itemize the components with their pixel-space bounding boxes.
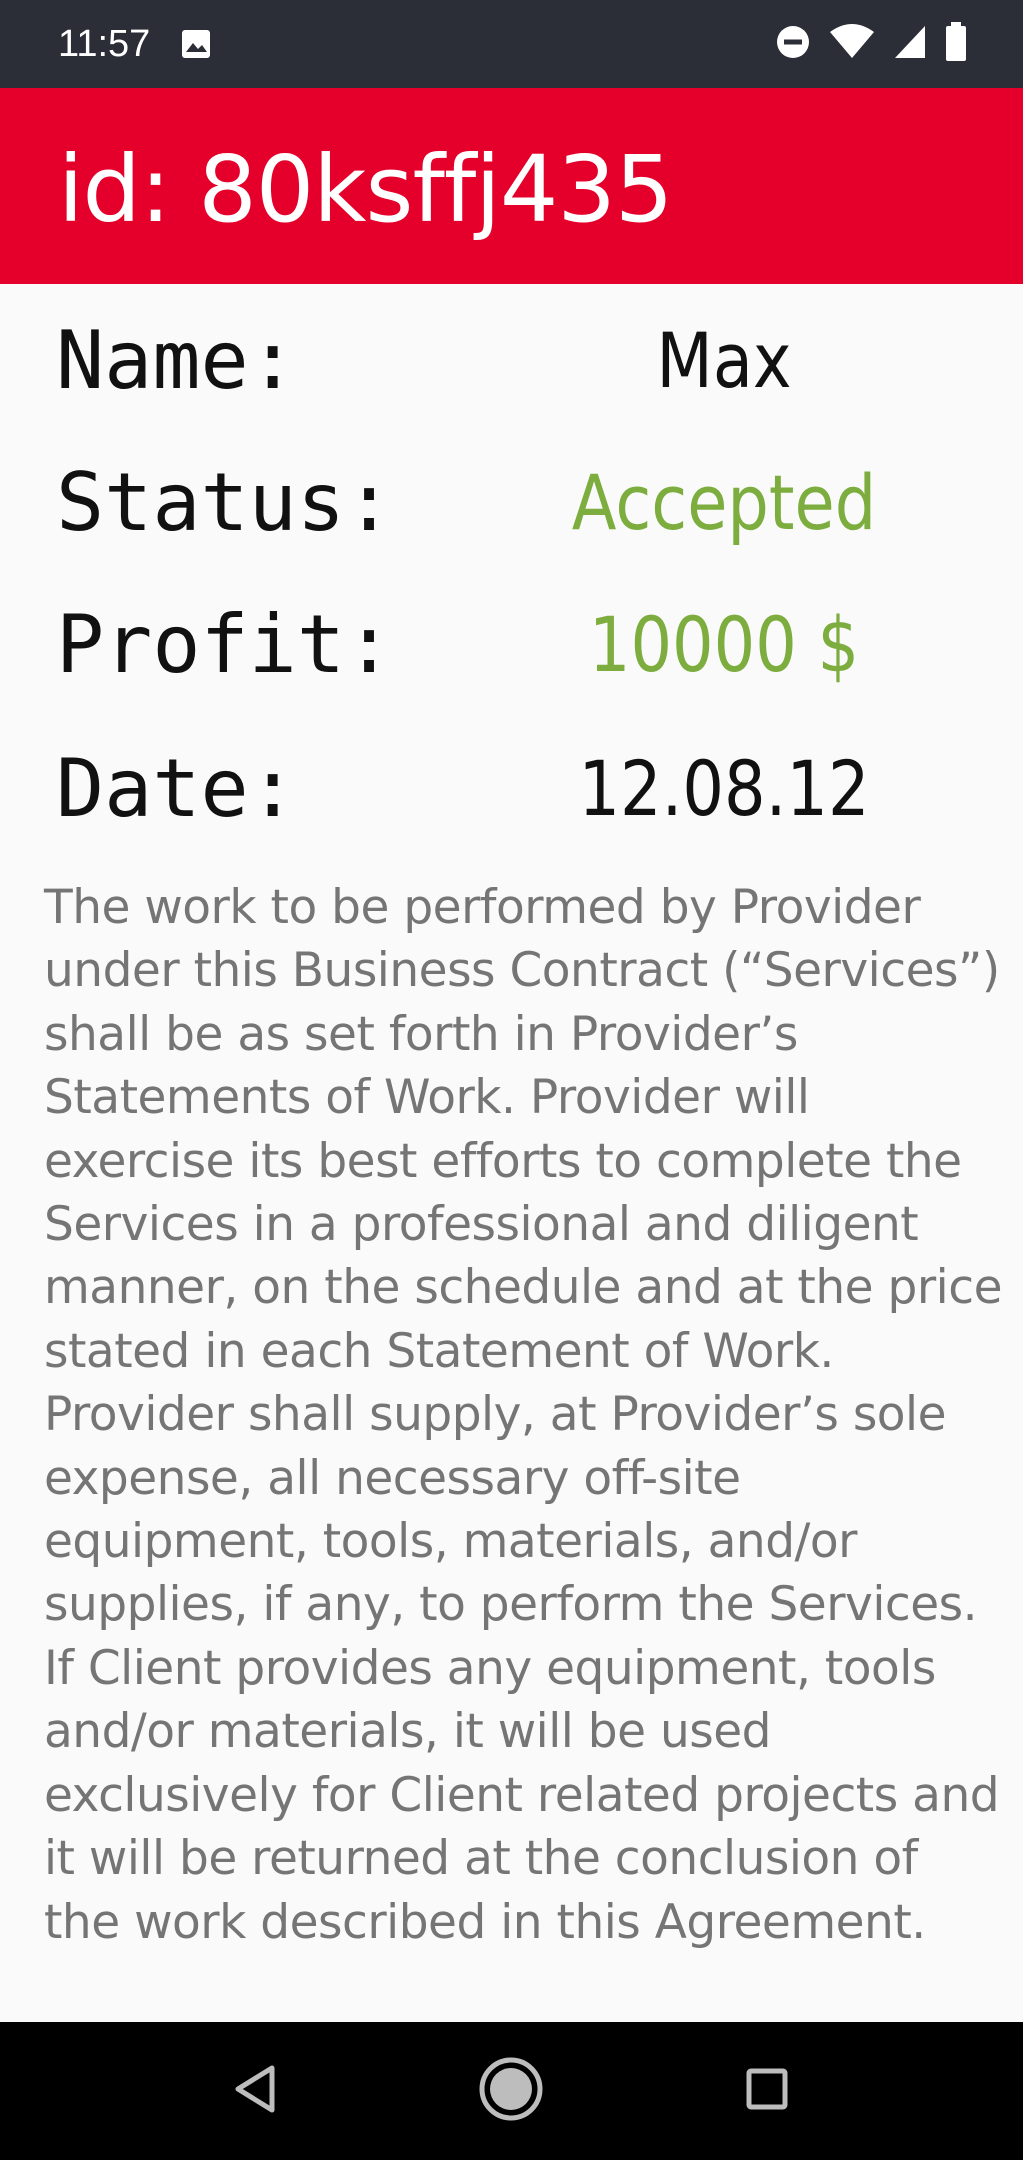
contract-description: The work to be performed by Provider und… <box>44 880 1002 1950</box>
status-label: Status: <box>56 456 394 549</box>
wifi-icon <box>829 23 875 65</box>
app-header: id: 80ksffj435 <box>0 88 1023 284</box>
navigation-bar <box>0 2022 1023 2160</box>
status-bar: 11:57 <box>0 0 1023 88</box>
do-not-disturb-icon <box>775 24 811 65</box>
profit-row: Profit: 10000 $ <box>0 580 1023 710</box>
date-row: Date: 12.08.12 <box>0 724 1023 854</box>
signal-icon <box>893 24 927 65</box>
status-row: Status: Accepted <box>0 438 1023 568</box>
name-row: Name: Max <box>0 296 1023 426</box>
status-value: Accepted <box>571 458 877 547</box>
date-value: 12.08.12 <box>578 744 870 833</box>
image-icon <box>180 28 212 65</box>
profit-value: 10000 $ <box>588 600 860 689</box>
status-icons <box>775 21 967 67</box>
home-icon <box>478 2056 544 2127</box>
home-button[interactable] <box>441 2022 581 2160</box>
back-button[interactable] <box>185 2022 325 2160</box>
recents-icon <box>746 2068 788 2115</box>
name-label: Name: <box>56 314 297 407</box>
date-label: Date: <box>56 742 297 835</box>
name-value: Max <box>656 316 792 405</box>
recents-button[interactable] <box>697 2022 837 2160</box>
back-icon <box>232 2064 278 2119</box>
profit-label: Profit: <box>56 598 394 691</box>
status-time: 11:57 <box>58 23 151 65</box>
page-title: id: 80ksffj435 <box>58 136 673 243</box>
battery-icon <box>945 21 967 67</box>
